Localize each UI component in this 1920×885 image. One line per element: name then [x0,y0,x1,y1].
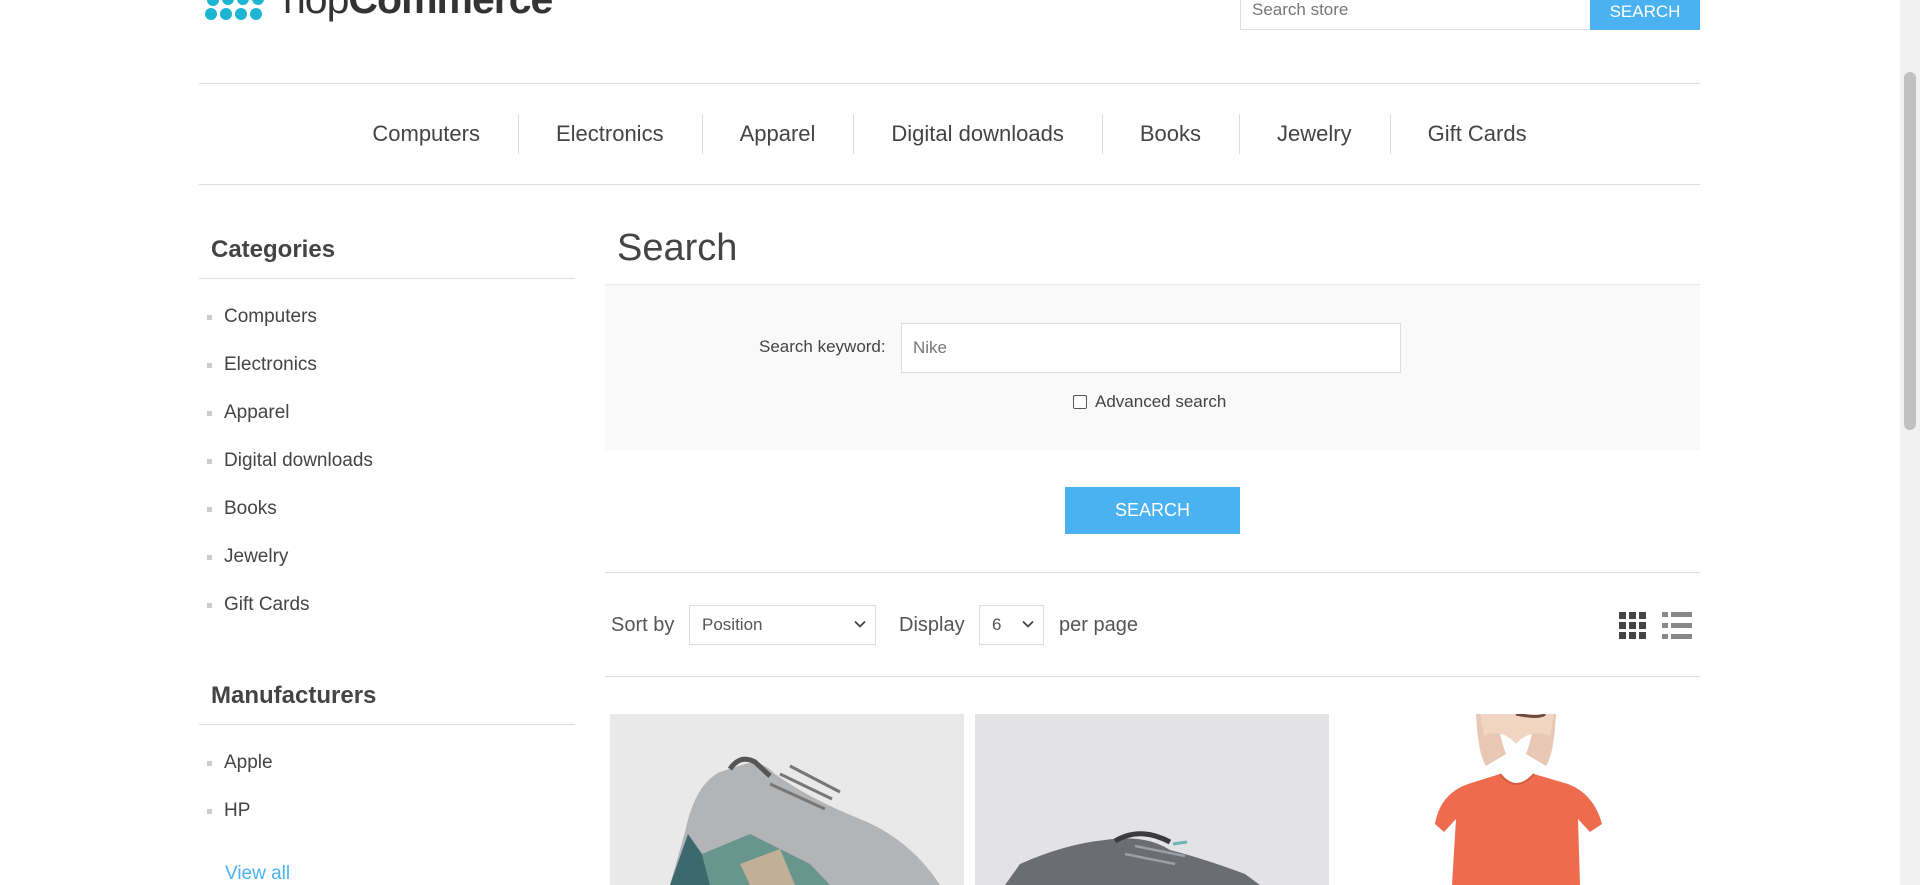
header-search-input[interactable] [1240,0,1590,30]
categories-block: Categories Computers Electronics Apparel… [199,236,575,629]
top-menu: Computers Electronics Apparel Digital do… [199,83,1700,185]
category-item-digital-downloads[interactable]: Digital downloads [199,437,575,485]
product-orange-tshirt-image[interactable] [1340,714,1694,885]
manufacturer-item-apple[interactable]: Apple [199,739,575,787]
product-dark-sneaker-image[interactable] [975,714,1329,885]
bullet-icon [207,760,212,766]
search-keyword-input[interactable] [901,323,1401,373]
top-menu-item-apparel[interactable]: Apparel [701,114,854,154]
search-button[interactable]: Search [1065,487,1240,534]
product-grey-sneaker-image[interactable] [610,714,964,885]
manufacturers-list: Apple HP [199,725,575,835]
search-keyword-label: Search keyword: [759,337,886,356]
top-menu-item-electronics[interactable]: Electronics [517,114,702,154]
logo-dots-icon [205,0,264,20]
scrollbar-thumb[interactable] [1904,72,1916,430]
store-logo[interactable]: nopCommerce [203,0,553,34]
grid-view-icon[interactable] [1619,612,1646,639]
page-title: Search [617,227,738,269]
display-label: Display [899,614,965,636]
category-item-jewelry[interactable]: Jewelry [199,533,575,581]
top-menu-item-books[interactable]: Books [1101,114,1239,154]
category-item-books[interactable]: Books [199,485,575,533]
header-search: Search [1240,0,1700,30]
categories-title: Categories [199,236,575,279]
category-item-gift-cards[interactable]: Gift Cards [199,581,575,629]
category-item-apparel[interactable]: Apparel [199,389,575,437]
bullet-icon [207,458,212,464]
logo-text: nopCommerce [283,0,553,23]
bullet-icon [207,314,212,320]
bullet-icon [207,362,212,368]
top-menu-item-jewelry[interactable]: Jewelry [1239,114,1390,154]
top-menu-item-digital-downloads[interactable]: Digital downloads [853,114,1101,154]
bullet-icon [207,410,212,416]
page-scrollbar[interactable] [1900,0,1920,885]
categories-list: Computers Electronics Apparel Digital do… [199,279,575,629]
manufacturers-title: Manufacturers [199,682,575,725]
manufacturers-block: Manufacturers Apple HP [199,682,575,835]
bullet-icon [207,506,212,512]
bullet-icon [207,808,212,814]
advanced-search-checkbox[interactable] [1073,395,1087,409]
sort-by-select[interactable]: Position [689,605,876,645]
search-panel: Search keyword: Advanced search [605,284,1700,450]
per-page-label: per page [1059,614,1138,636]
category-item-electronics[interactable]: Electronics [199,341,575,389]
bullet-icon [207,602,212,608]
chevron-down-icon [1022,620,1034,628]
advanced-search-label: Advanced search [1095,392,1227,411]
top-menu-item-gift-cards[interactable]: Gift Cards [1389,114,1565,154]
manufacturer-item-hp[interactable]: HP [199,787,575,835]
bullet-icon [207,554,212,560]
top-menu-item-computers[interactable]: Computers [334,114,518,154]
page-size-select[interactable]: 6 [979,605,1044,645]
header-search-button[interactable]: Search [1590,0,1700,30]
advanced-search-toggle[interactable]: Advanced search [1073,392,1226,412]
chevron-down-icon [854,620,866,628]
sort-by-label: Sort by [611,614,675,636]
product-selectors: Sort by Position Display 6 per page [605,572,1700,677]
list-view-icon[interactable] [1662,612,1692,639]
category-item-computers[interactable]: Computers [199,293,575,341]
manufacturers-view-all-link[interactable]: View all [199,863,290,885]
